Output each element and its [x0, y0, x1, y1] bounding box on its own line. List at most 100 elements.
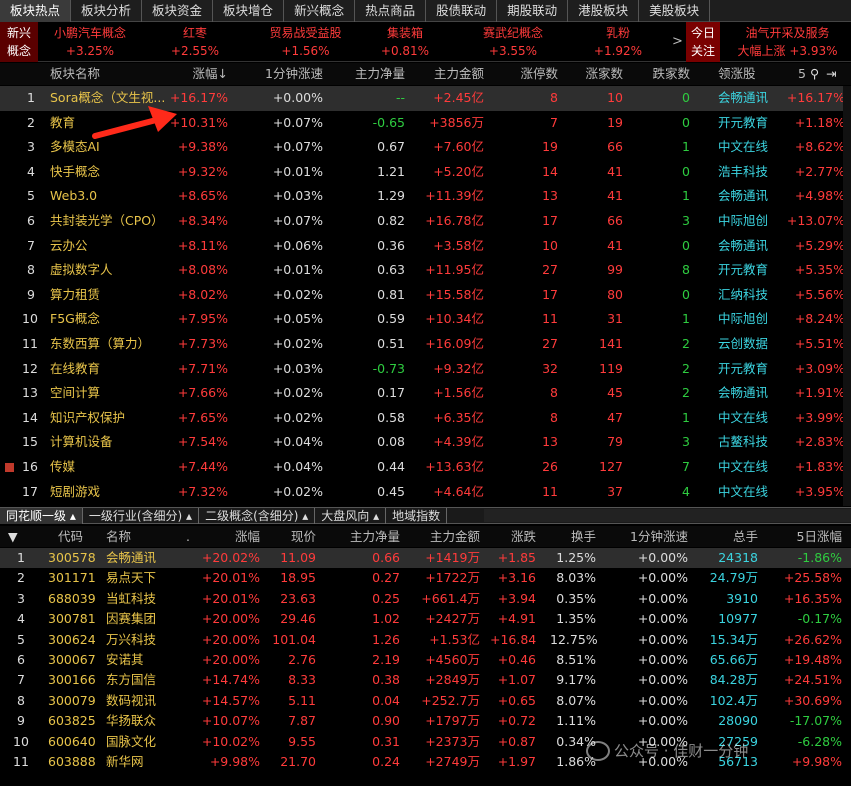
chevron-right-icon[interactable]: >: [672, 34, 683, 49]
tab-sector-hot[interactable]: 板块热点: [0, 0, 72, 22]
sector-name[interactable]: 知识产权保护: [50, 406, 125, 431]
table-row[interactable]: 17 短剧游戏 +7.32% +0.02% 0.45 +4.64亿 11 37 4 中文在线 +3.…: [0, 480, 851, 505]
lead-stock[interactable]: 中际旭创: [718, 209, 768, 234]
lead-stock[interactable]: 会畅通讯: [718, 86, 768, 111]
table-row[interactable]: 7 300166 东方国信 +14.74% 8.33 0.38 +2849万 +1.07 9.1…: [0, 670, 851, 690]
sector-name[interactable]: 计算机设备: [50, 430, 113, 455]
tab-region-index[interactable]: 地域指数: [386, 508, 448, 524]
sector-name[interactable]: 教育: [50, 111, 75, 136]
sector-name[interactable]: 云办公: [50, 234, 88, 259]
lead-stock[interactable]: 汇纳科技: [718, 283, 768, 308]
lead-stock[interactable]: 中文在线: [718, 455, 768, 480]
sector-name[interactable]: 虚拟数字人: [50, 258, 113, 283]
stock-code[interactable]: 300624: [48, 630, 96, 650]
stock-name[interactable]: 东方国信: [106, 670, 156, 690]
table-row[interactable]: 5 Web3.0 +8.65% +0.03% 1.29 +11.39亿 13 41 1 会畅通讯 +…: [0, 184, 851, 209]
col-turnover[interactable]: 换手: [560, 526, 596, 547]
table-row[interactable]: 15 计算机设备 +7.54% +0.04% 0.08 +4.39亿 13 79 3 古鳌科技 +2…: [0, 430, 851, 455]
col-volume[interactable]: 总手: [722, 526, 758, 547]
search-icon[interactable]: ⚲: [810, 63, 819, 85]
col-limit-up[interactable]: 涨停数: [510, 63, 558, 85]
tab-industry-level1[interactable]: 一级行业(含细分) ▴: [83, 508, 200, 524]
tab-concept-level2[interactable]: 二级概念(含细分) ▴: [199, 508, 316, 524]
stock-code[interactable]: 600640: [48, 732, 96, 752]
today-focus-item[interactable]: 油气开采及服务 大幅上涨 +3.93%: [724, 22, 851, 62]
horizontal-scrollbar[interactable]: [484, 509, 851, 522]
table-row[interactable]: 3 多模态AI +9.38% +0.07% 0.67 +7.60亿 19 66 1 中文在线 +8.…: [0, 135, 851, 160]
stock-code[interactable]: 688039: [48, 589, 96, 609]
tab-futures-stock[interactable]: 期股联动: [497, 0, 569, 22]
filter-icon[interactable]: ▼: [8, 526, 18, 547]
hot-item[interactable]: 乳粉 +1.92%: [578, 22, 658, 62]
table-row[interactable]: 12 在线教育 +7.71% +0.03% -0.73 +9.32亿 32 119 2 开元教育 +…: [0, 357, 851, 382]
stock-code[interactable]: 603825: [48, 711, 96, 731]
table-row[interactable]: 8 300079 数码视讯 +14.57% 5.11 0.04 +252.7万 +0.65 8.…: [0, 691, 851, 711]
lead-stock[interactable]: 会畅通讯: [718, 234, 768, 259]
table-row[interactable]: 1 Sora概念（文生视... +16.17% +0.00% -- +2.45亿 8 10 0 会…: [0, 86, 851, 111]
col-code[interactable]: 代码: [58, 526, 83, 547]
col-1min-speed[interactable]: 1分钟涨速: [620, 526, 688, 547]
stock-code[interactable]: 603888: [48, 752, 96, 772]
today-focus-button[interactable]: 今日 关注: [686, 22, 720, 62]
tab-hk-sector[interactable]: 港股板块: [568, 0, 640, 22]
table-row[interactable]: 4 快手概念 +9.32% +0.01% 1.21 +5.20亿 14 41 0 浩丰科技 +2.7…: [0, 160, 851, 185]
sector-name[interactable]: 快手概念: [50, 160, 100, 185]
lead-stock[interactable]: 开元教育: [718, 258, 768, 283]
stock-code[interactable]: 300781: [48, 609, 96, 629]
table-row[interactable]: 14 知识产权保护 +7.65% +0.02% 0.58 +6.35亿 8 47 1 中文在线 +3…: [0, 406, 851, 431]
tab-sector-funds[interactable]: 板块资金: [142, 0, 214, 22]
table-row[interactable]: 5 300624 万兴科技 +20.00% 101.04 1.26 +1.53亿 +16.84…: [0, 630, 851, 650]
table-row[interactable]: 2 教育 +10.31% +0.07% -0.65 +3856万 7 19 0 开元教育 +1.18…: [0, 111, 851, 136]
sector-name[interactable]: 空间计算: [50, 381, 100, 406]
table-row[interactable]: 13 空间计算 +7.66% +0.02% 0.17 +1.56亿 8 45 2 会畅通讯 +1.9…: [0, 381, 851, 406]
lead-stock[interactable]: 中文在线: [718, 406, 768, 431]
stock-name[interactable]: 当虹科技: [106, 589, 156, 609]
lead-stock[interactable]: 开元教育: [718, 357, 768, 382]
tab-hot-commodities[interactable]: 热点商品: [355, 0, 427, 22]
col-pct[interactable]: 涨幅: [200, 526, 260, 547]
lead-stock[interactable]: 古鳌科技: [718, 430, 768, 455]
tab-stock-bond[interactable]: 股债联动: [426, 0, 498, 22]
stock-code[interactable]: 301171: [48, 568, 96, 588]
stock-code[interactable]: 300166: [48, 670, 96, 690]
lead-stock[interactable]: 中文在线: [718, 480, 768, 505]
sector-name[interactable]: F5G概念: [50, 307, 100, 332]
col-5[interactable]: 5: [798, 63, 806, 85]
col-name[interactable]: 名称: [106, 526, 131, 547]
table-row[interactable]: 3 688039 当虹科技 +20.01% 23.63 0.25 +661.4万 +3.94 0…: [0, 589, 851, 609]
col-change-pct[interactable]: 涨幅↓: [170, 63, 228, 85]
table-row[interactable]: 11 东数西算（算力） +7.73% +0.02% 0.51 +16.09亿 27 141 2 云…: [0, 332, 851, 357]
table-row[interactable]: 8 虚拟数字人 +8.08% +0.01% 0.63 +11.95亿 27 99 8 开元教育 +5…: [0, 258, 851, 283]
col-sector-name[interactable]: 板块名称: [50, 63, 100, 85]
hot-item[interactable]: 红枣 +2.55%: [145, 22, 245, 62]
sector-name[interactable]: 共封装光学（CPO）: [50, 209, 164, 234]
col-price[interactable]: 现价: [270, 526, 316, 547]
table-row[interactable]: 10 F5G概念 +7.95% +0.05% 0.59 +10.34亿 11 31 1 中际旭创 +…: [0, 307, 851, 332]
stock-name[interactable]: 新华网: [106, 752, 144, 772]
col-1min-speed[interactable]: 1分钟涨速: [255, 63, 323, 85]
stock-name[interactable]: 国脉文化: [106, 732, 156, 752]
tab-sector-position[interactable]: 板块增仓: [213, 0, 285, 22]
tab-sector-analysis[interactable]: 板块分析: [71, 0, 143, 22]
table-row[interactable]: 9 603825 华扬联众 +10.07% 7.87 0.90 +1797万 +0.72 1.1…: [0, 711, 851, 731]
col-5day[interactable]: 5日涨幅: [790, 526, 842, 547]
stock-code[interactable]: 300578: [48, 548, 96, 568]
table-row[interactable]: 4 300781 因赛集团 +20.00% 29.46 1.02 +2427万 +4.91 1.…: [0, 609, 851, 629]
stock-code[interactable]: 300067: [48, 650, 96, 670]
col-main-amount[interactable]: 主力金额: [416, 526, 480, 547]
hot-item[interactable]: 小鹏汽车概念 +3.25%: [40, 22, 140, 62]
vertical-scrollbar[interactable]: [843, 86, 851, 506]
table-row[interactable]: 7 云办公 +8.11% +0.06% 0.36 +3.58亿 10 41 0 会畅通讯 +5.29…: [0, 234, 851, 259]
stock-name[interactable]: 数码视讯: [106, 691, 156, 711]
stock-name[interactable]: 华扬联众: [106, 711, 156, 731]
tab-market-direction[interactable]: 大盘风向 ▴: [315, 508, 387, 524]
table-row[interactable]: 6 共封装光学（CPO） +8.34% +0.07% 0.82 +16.78亿 17 66 3 中…: [0, 209, 851, 234]
sector-name[interactable]: 在线教育: [50, 357, 100, 382]
stock-code[interactable]: 300079: [48, 691, 96, 711]
hot-item[interactable]: 贸易战受益股 +1.56%: [248, 22, 363, 62]
col-down-count[interactable]: 跌家数: [640, 63, 690, 85]
lead-stock[interactable]: 浩丰科技: [718, 160, 768, 185]
lead-stock[interactable]: 开元教育: [718, 111, 768, 136]
col-change[interactable]: 涨跌: [500, 526, 536, 547]
hot-item[interactable]: 赛武纪概念 +3.55%: [458, 22, 568, 62]
